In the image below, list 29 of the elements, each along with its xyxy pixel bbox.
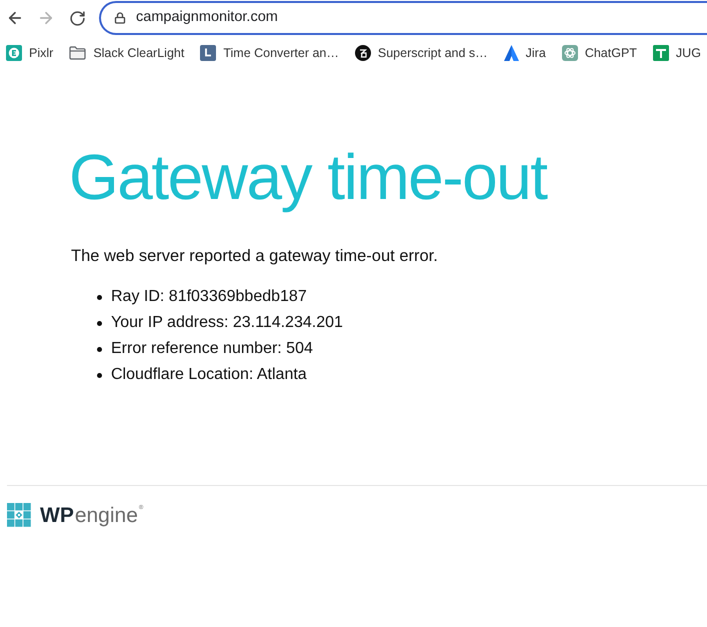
peak-icon xyxy=(504,45,519,61)
disc-icon xyxy=(354,45,371,61)
bullet-icon xyxy=(97,346,102,352)
l-tile-icon xyxy=(200,45,216,61)
logo-icon xyxy=(7,503,31,527)
bookmark[interactable]: JUG xyxy=(652,44,701,62)
address-bar[interactable]: campaignmonitor.com xyxy=(99,1,707,35)
bullet-icon xyxy=(97,372,102,378)
bookmark[interactable]: ChatGPT xyxy=(562,44,637,62)
bookmark[interactable]: Superscript and s… xyxy=(354,44,488,62)
bookmark[interactable]: Time Converter an… xyxy=(200,44,339,62)
error-message: The web server reported a gateway time-out error. xyxy=(71,246,438,267)
bookmark[interactable]: Slack ClearLight xyxy=(69,44,184,62)
reload-icon xyxy=(68,10,86,26)
arrow-right-icon xyxy=(37,9,55,27)
detail-item: Ray ID: 81f03369bbedb187 xyxy=(111,287,307,307)
t-tile-icon xyxy=(652,45,669,61)
bookmark[interactable]: Pixlr xyxy=(6,44,54,62)
lock-icon xyxy=(114,12,126,24)
detail-item: Your IP address: 23.114.234.201 xyxy=(111,313,343,333)
detail-item: Error reference number: 504 xyxy=(111,339,313,359)
detail-item: Cloudflare Location: Atlanta xyxy=(111,365,307,385)
bookmark[interactable]: Jira xyxy=(504,44,546,62)
bullet-icon xyxy=(97,294,102,300)
e-tile-icon xyxy=(6,45,22,61)
address-text: campaignmonitor.com xyxy=(136,8,278,28)
folder-icon xyxy=(69,46,86,60)
bullet-icon xyxy=(97,320,102,326)
knot-icon xyxy=(562,45,578,61)
